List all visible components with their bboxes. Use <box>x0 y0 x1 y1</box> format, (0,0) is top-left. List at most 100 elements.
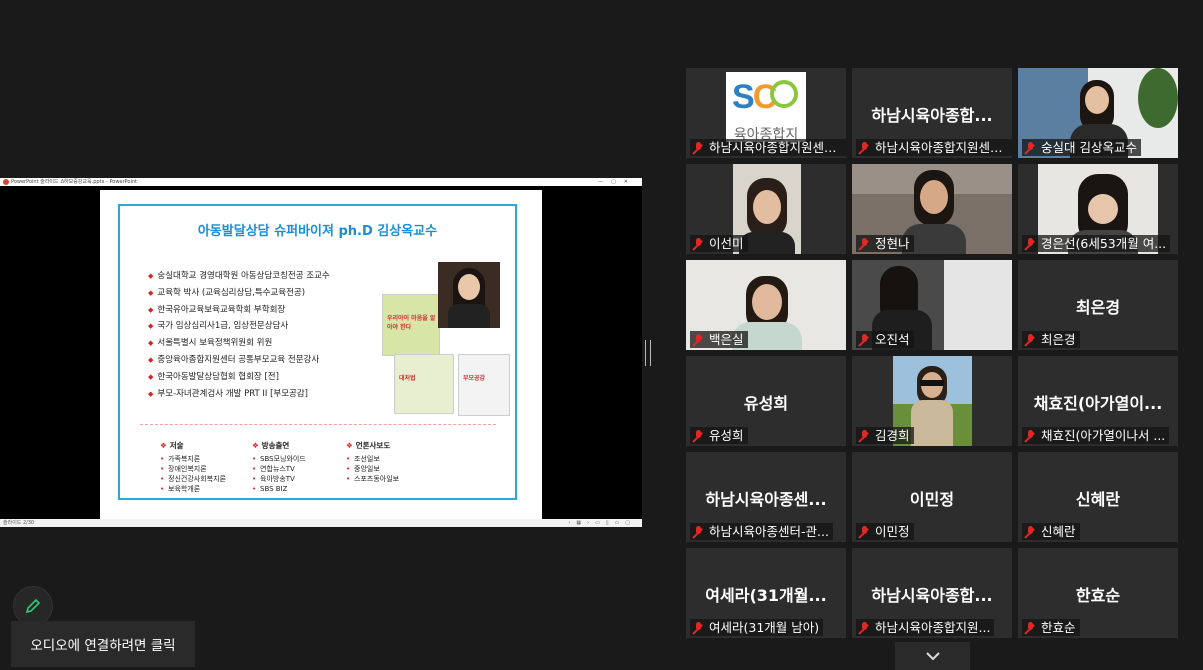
participant-tile[interactable]: 이선미 <box>686 164 846 254</box>
participant-name-tag: 채효진(아가열이나서 ... <box>1022 427 1170 444</box>
participant-name: 하남시육아종합지원센터 -관... <box>709 140 842 155</box>
participant-tile[interactable]: 정현나 <box>852 164 1012 254</box>
muted-mic-icon <box>858 621 872 635</box>
bullet-item: ◆ 교육학 박사 (교육심리상담,특수교육전공) <box>148 287 306 298</box>
participant-display-name: 신혜란 <box>1075 490 1121 509</box>
split-view-handle[interactable] <box>645 340 651 366</box>
participant-name: 채효진(아가열이나서 ... <box>1041 428 1166 443</box>
participant-display-name: 최은경 <box>1075 298 1121 317</box>
divider <box>140 424 496 425</box>
participant-tile[interactable]: 경은선(6세53개월 여... <box>1018 164 1178 254</box>
view-controls: ‹▦›▭▯▭▢ <box>568 520 636 526</box>
annotate-button[interactable] <box>13 586 53 626</box>
chevron-down-icon <box>925 652 940 661</box>
participant-tile[interactable]: SC육아종합지하남시육아종합지원센터 -관... <box>686 68 846 158</box>
window-title: PowerPoint 슬라이드 쇼 <box>11 179 65 185</box>
bullet-item: ◆ 중앙육아종합지원센터 공통부모교육 전문강사 <box>148 354 320 365</box>
participant-name: 최은경 <box>1041 332 1076 347</box>
muted-mic-icon <box>1024 141 1038 155</box>
bullet-item: ◆ 서울특별시 보육정책위원회 위원 <box>148 338 273 349</box>
bullet-item: ◆ 한국아동발달상담협회 협회장 [전] <box>148 371 279 382</box>
participant-tile[interactable]: 하남시육아종합... 하남시육아종합지원... <box>852 548 1012 638</box>
participant-name: 김경희 <box>875 428 910 443</box>
participant-name: 오진석 <box>875 332 910 347</box>
section-press: ❖언론사보도 조선일보 중앙일보 스포츠동아일보 <box>346 440 399 484</box>
bullet-item: ◆ 한국유아교육보육교육학회 부학회장 <box>148 304 286 315</box>
participant-tile[interactable]: 한효순 한효순 <box>1018 548 1178 638</box>
professor-photo <box>438 262 500 328</box>
participant-tile[interactable]: 오진석 <box>852 260 1012 350</box>
participant-name: 유성희 <box>709 428 744 443</box>
organization-logo: SC 육아종합지 <box>726 72 806 142</box>
muted-mic-icon <box>692 621 706 635</box>
participant-name-tag: 하남시육아종센터-관... <box>690 523 833 540</box>
participant-tile[interactable]: 채효진(아가열이... 채효진(아가열이나서 ... <box>1018 356 1178 446</box>
section-publications: ❖저술 가족복지론 장애인복지론 정신건강사회복지론 보육학개론 <box>160 440 226 494</box>
gallery-more-button[interactable] <box>895 642 970 670</box>
muted-mic-icon <box>692 141 706 155</box>
muted-mic-icon <box>1024 525 1038 539</box>
pencil-icon <box>25 598 41 614</box>
slide: 아동발달상담 슈퍼바이져 ph.D 김상옥교수 ◆ 숭실대학교 경영대학원 아동상… <box>100 190 542 519</box>
participant-tile[interactable]: 이민정 이민정 <box>852 452 1012 542</box>
participant-name-tag: 정현나 <box>856 235 914 252</box>
participant-name-tag: 이선미 <box>690 235 748 252</box>
muted-mic-icon <box>858 429 872 443</box>
participant-display-name: 하남시육아종합... <box>871 586 993 605</box>
participant-tile[interactable]: 신혜란 신혜란 <box>1018 452 1178 542</box>
muted-mic-icon <box>692 525 706 539</box>
participant-display-name: 여세라(31개월... <box>705 586 827 605</box>
muted-mic-icon <box>858 237 872 251</box>
participant-name: 하남시육아종합지원센터... <box>875 140 1008 155</box>
participant-name: 이민정 <box>875 524 910 539</box>
participant-tile[interactable]: 숭실대 김상옥교수 <box>1018 68 1178 158</box>
bullet-list: ◆ 숭실대학교 경영대학원 아동상담코칭전공 조교수 ◆ 교육학 박사 (교육심리상… <box>148 268 330 402</box>
participant-tile[interactable]: 여세라(31개월... 여세라(31개월 남아) <box>686 548 846 638</box>
participant-name-tag: 경은선(6세53개월 여... <box>1022 235 1171 252</box>
participant-tile[interactable]: 백은실 <box>686 260 846 350</box>
participant-display-name: 이민정 <box>909 490 955 509</box>
muted-mic-icon <box>1024 429 1038 443</box>
participant-name-tag: 하남시육아종합지원센터 -관... <box>690 139 846 156</box>
muted-mic-icon <box>858 141 872 155</box>
participant-name-tag: 하남시육아종합지원... <box>856 619 995 636</box>
powerpoint-statusbar: 슬라이드 2/30 ‹▦›▭▯▭▢ <box>0 519 642 527</box>
muted-mic-icon <box>692 333 706 347</box>
participant-tile[interactable]: 유성희 유성희 <box>686 356 846 446</box>
participant-tile[interactable]: 하남시육아종합... 하남시육아종합지원센터... <box>852 68 1012 158</box>
participant-tile[interactable]: 최은경 최은경 <box>1018 260 1178 350</box>
window-controls: —▢✕ <box>598 179 636 185</box>
participant-tile[interactable]: 하남시육아종센... 하남시육아종센터-관... <box>686 452 846 542</box>
participant-name-tag: 김경희 <box>856 427 914 444</box>
bullet-item: ◆ 숭실대학교 경영대학원 아동상담코칭전공 조교수 <box>148 271 330 281</box>
slide-counter: 슬라이드 2/30 <box>3 520 35 526</box>
participant-display-name: 한효순 <box>1075 586 1121 605</box>
participant-name: 여세라(31개월 남아) <box>709 620 820 635</box>
muted-mic-icon <box>692 429 706 443</box>
muted-mic-icon <box>1024 621 1038 635</box>
participant-name-tag: 하남시육아종합지원센터... <box>856 139 1012 156</box>
book-cover: 부모공감 <box>458 354 510 416</box>
muted-mic-icon <box>858 525 872 539</box>
participant-name: 하남시육아종센터-관... <box>709 524 829 539</box>
muted-mic-icon <box>858 333 872 347</box>
muted-mic-icon <box>1024 237 1038 251</box>
participant-name-tag: 백은실 <box>690 331 748 348</box>
slide-title: 아동발달상담 슈퍼바이져 ph.D 김상옥교수 <box>197 224 438 239</box>
participant-name-tag: 최은경 <box>1022 331 1080 348</box>
powerpoint-icon <box>3 179 9 185</box>
participant-name: 하남시육아종합지원... <box>875 620 991 635</box>
participant-name-tag: 이민정 <box>856 523 914 540</box>
section-broadcast: ❖방송출연 SBS모닝와이드 연합뉴스TV 육아방송TV SBS BIZ <box>252 440 306 494</box>
shared-screen: PowerPoint 슬라이드 쇼 하모증강교육.pptx - PowerPoi… <box>0 178 642 527</box>
join-audio-button[interactable]: 오디오에 연결하려면 클릭 <box>11 621 195 667</box>
participant-name: 경은선(6세53개월 여... <box>1041 236 1167 251</box>
window-file-title: 하모증강교육.pptx - PowerPoint <box>64 179 137 185</box>
participant-name: 정현나 <box>875 236 910 251</box>
participant-display-name: 채효진(아가열이... <box>1033 394 1163 413</box>
participant-name-tag: 한효순 <box>1022 619 1080 636</box>
participant-name-tag: 유성희 <box>690 427 748 444</box>
book-cover: 대처법 <box>394 354 454 414</box>
participant-name-tag: 숭실대 김상옥교수 <box>1022 139 1141 156</box>
participant-tile[interactable]: 김경희 <box>852 356 1012 446</box>
